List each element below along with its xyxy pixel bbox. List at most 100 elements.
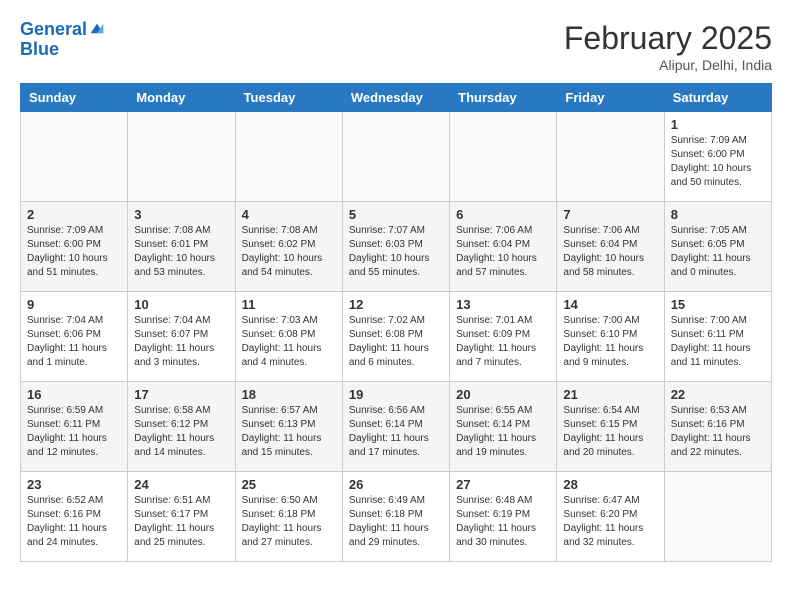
calendar-week-row: 1Sunrise: 7:09 AM Sunset: 6:00 PM Daylig… — [21, 112, 772, 202]
day-info: Sunrise: 7:04 AM Sunset: 6:06 PM Dayligh… — [27, 314, 121, 370]
day-info: Sunrise: 7:08 AM Sunset: 6:01 PM Dayligh… — [134, 224, 228, 280]
day-info: Sunrise: 7:02 AM Sunset: 6:08 PM Dayligh… — [349, 314, 443, 370]
day-info: Sunrise: 6:57 AM Sunset: 6:13 PM Dayligh… — [242, 404, 336, 460]
day-number: 21 — [563, 387, 657, 402]
day-info: Sunrise: 6:55 AM Sunset: 6:14 PM Dayligh… — [456, 404, 550, 460]
calendar-day-cell — [450, 112, 557, 202]
day-info: Sunrise: 7:07 AM Sunset: 6:03 PM Dayligh… — [349, 224, 443, 280]
calendar-day-cell: 17 Sunrise: 6:58 AM Sunset: 6:12 PM Dayli… — [128, 382, 235, 472]
day-info: Sunrise: 7:06 AM Sunset: 6:04 PM Dayligh… — [456, 224, 550, 280]
day-number: 20 — [456, 387, 550, 402]
day-number: 11 — [242, 297, 336, 312]
day-info: Sunrise: 6:48 AM Sunset: 6:19 PM Dayligh… — [456, 494, 550, 550]
calendar-day-cell: 16 Sunrise: 6:59 AM Sunset: 6:11 PM Dayli… — [21, 382, 128, 472]
day-info: Sunrise: 6:59 AM Sunset: 6:11 PM Dayligh… — [27, 404, 121, 460]
calendar-week-row: 23 Sunrise: 6:52 AM Sunset: 6:16 PM Dayli… — [21, 472, 772, 562]
day-number: 25 — [242, 477, 336, 492]
day-number: 8 — [671, 207, 765, 222]
calendar-day-cell: 14 Sunrise: 7:00 AM Sunset: 6:10 PM Dayli… — [557, 292, 664, 382]
calendar-day-cell: 28Sunrise: 6:47 AM Sunset: 6:20 PM Dayli… — [557, 472, 664, 562]
day-info: Sunrise: 6:56 AM Sunset: 6:14 PM Dayligh… — [349, 404, 443, 460]
day-info: Sunrise: 6:52 AM Sunset: 6:16 PM Dayligh… — [27, 494, 121, 550]
title-block: February 2025 Alipur, Delhi, India — [564, 20, 772, 73]
day-info: Sunrise: 7:00 AM Sunset: 6:11 PM Dayligh… — [671, 314, 765, 370]
calendar-day-cell: 3 Sunrise: 7:08 AM Sunset: 6:01 PM Daylig… — [128, 202, 235, 292]
calendar-day-cell: 8 Sunrise: 7:05 AM Sunset: 6:05 PM Daylig… — [664, 202, 771, 292]
day-number: 14 — [563, 297, 657, 312]
calendar-day-cell — [21, 112, 128, 202]
calendar-day-cell: 2 Sunrise: 7:09 AM Sunset: 6:00 PM Daylig… — [21, 202, 128, 292]
day-info: Sunrise: 7:01 AM Sunset: 6:09 PM Dayligh… — [456, 314, 550, 370]
calendar-day-cell — [557, 112, 664, 202]
day-number: 24 — [134, 477, 228, 492]
weekday-header-tuesday: Tuesday — [235, 84, 342, 112]
day-info: Sunrise: 7:05 AM Sunset: 6:05 PM Dayligh… — [671, 224, 765, 280]
day-number: 19 — [349, 387, 443, 402]
calendar-week-row: 9 Sunrise: 7:04 AM Sunset: 6:06 PM Daylig… — [21, 292, 772, 382]
logo-icon — [89, 22, 105, 38]
day-number: 23 — [27, 477, 121, 492]
day-number: 22 — [671, 387, 765, 402]
calendar-day-cell: 24 Sunrise: 6:51 AM Sunset: 6:17 PM Dayli… — [128, 472, 235, 562]
calendar-day-cell: 11 Sunrise: 7:03 AM Sunset: 6:08 PM Dayli… — [235, 292, 342, 382]
day-number: 10 — [134, 297, 228, 312]
weekday-header-wednesday: Wednesday — [342, 84, 449, 112]
calendar-day-cell: 26Sunrise: 6:49 AM Sunset: 6:18 PM Dayli… — [342, 472, 449, 562]
weekday-header-friday: Friday — [557, 84, 664, 112]
day-info: Sunrise: 6:54 AM Sunset: 6:15 PM Dayligh… — [563, 404, 657, 460]
calendar-day-cell: 5 Sunrise: 7:07 AM Sunset: 6:03 PM Daylig… — [342, 202, 449, 292]
calendar-day-cell: 13 Sunrise: 7:01 AM Sunset: 6:09 PM Dayli… — [450, 292, 557, 382]
calendar-day-cell: 9 Sunrise: 7:04 AM Sunset: 6:06 PM Daylig… — [21, 292, 128, 382]
calendar-day-cell: 25 Sunrise: 6:50 AM Sunset: 6:18 PM Dayli… — [235, 472, 342, 562]
calendar-day-cell: 23 Sunrise: 6:52 AM Sunset: 6:16 PM Dayli… — [21, 472, 128, 562]
calendar-day-cell: 20 Sunrise: 6:55 AM Sunset: 6:14 PM Dayli… — [450, 382, 557, 472]
day-info: Sunrise: 7:08 AM Sunset: 6:02 PM Dayligh… — [242, 224, 336, 280]
day-number: 2 — [27, 207, 121, 222]
calendar-day-cell: 27 Sunrise: 6:48 AM Sunset: 6:19 PM Dayli… — [450, 472, 557, 562]
month-title: February 2025 — [564, 20, 772, 57]
calendar-day-cell — [342, 112, 449, 202]
day-number: 27 — [456, 477, 550, 492]
weekday-header-thursday: Thursday — [450, 84, 557, 112]
calendar-day-cell: 7 Sunrise: 7:06 AM Sunset: 6:04 PM Daylig… — [557, 202, 664, 292]
day-info: Sunrise: 6:58 AM Sunset: 6:12 PM Dayligh… — [134, 404, 228, 460]
calendar-week-row: 16 Sunrise: 6:59 AM Sunset: 6:11 PM Dayli… — [21, 382, 772, 472]
logo-text: General — [20, 20, 87, 40]
day-number: 13 — [456, 297, 550, 312]
calendar-day-cell: 18Sunrise: 6:57 AM Sunset: 6:13 PM Dayli… — [235, 382, 342, 472]
day-info: Sunrise: 7:06 AM Sunset: 6:04 PM Dayligh… — [563, 224, 657, 280]
location: Alipur, Delhi, India — [564, 57, 772, 73]
logo: General Blue — [20, 20, 105, 60]
calendar-week-row: 2 Sunrise: 7:09 AM Sunset: 6:00 PM Daylig… — [21, 202, 772, 292]
weekday-header-monday: Monday — [128, 84, 235, 112]
calendar-day-cell — [235, 112, 342, 202]
day-number: 3 — [134, 207, 228, 222]
day-info: Sunrise: 7:00 AM Sunset: 6:10 PM Dayligh… — [563, 314, 657, 370]
day-info: Sunrise: 7:03 AM Sunset: 6:08 PM Dayligh… — [242, 314, 336, 370]
calendar-day-cell — [128, 112, 235, 202]
day-info: Sunrise: 7:09 AM Sunset: 6:00 PM Dayligh… — [27, 224, 121, 280]
weekday-header-row: SundayMondayTuesdayWednesdayThursdayFrid… — [21, 84, 772, 112]
calendar-day-cell: 21 Sunrise: 6:54 AM Sunset: 6:15 PM Dayli… — [557, 382, 664, 472]
weekday-header-sunday: Sunday — [21, 84, 128, 112]
calendar-day-cell: 12 Sunrise: 7:02 AM Sunset: 6:08 PM Dayli… — [342, 292, 449, 382]
day-info: Sunrise: 6:53 AM Sunset: 6:16 PM Dayligh… — [671, 404, 765, 460]
calendar-day-cell: 6 Sunrise: 7:06 AM Sunset: 6:04 PM Daylig… — [450, 202, 557, 292]
day-number: 12 — [349, 297, 443, 312]
day-number: 7 — [563, 207, 657, 222]
day-info: Sunrise: 6:51 AM Sunset: 6:17 PM Dayligh… — [134, 494, 228, 550]
day-number: 1 — [671, 117, 765, 132]
day-number: 6 — [456, 207, 550, 222]
calendar-day-cell: 15Sunrise: 7:00 AM Sunset: 6:11 PM Dayli… — [664, 292, 771, 382]
page-header: General Blue February 2025 Alipur, Delhi… — [20, 20, 772, 73]
day-number: 5 — [349, 207, 443, 222]
calendar-table: SundayMondayTuesdayWednesdayThursdayFrid… — [20, 83, 772, 562]
day-number: 17 — [134, 387, 228, 402]
day-number: 16 — [27, 387, 121, 402]
day-info: Sunrise: 6:50 AM Sunset: 6:18 PM Dayligh… — [242, 494, 336, 550]
calendar-day-cell — [664, 472, 771, 562]
day-number: 9 — [27, 297, 121, 312]
calendar-day-cell: 10Sunrise: 7:04 AM Sunset: 6:07 PM Dayli… — [128, 292, 235, 382]
day-number: 28 — [563, 477, 657, 492]
calendar-day-cell: 4Sunrise: 7:08 AM Sunset: 6:02 PM Daylig… — [235, 202, 342, 292]
